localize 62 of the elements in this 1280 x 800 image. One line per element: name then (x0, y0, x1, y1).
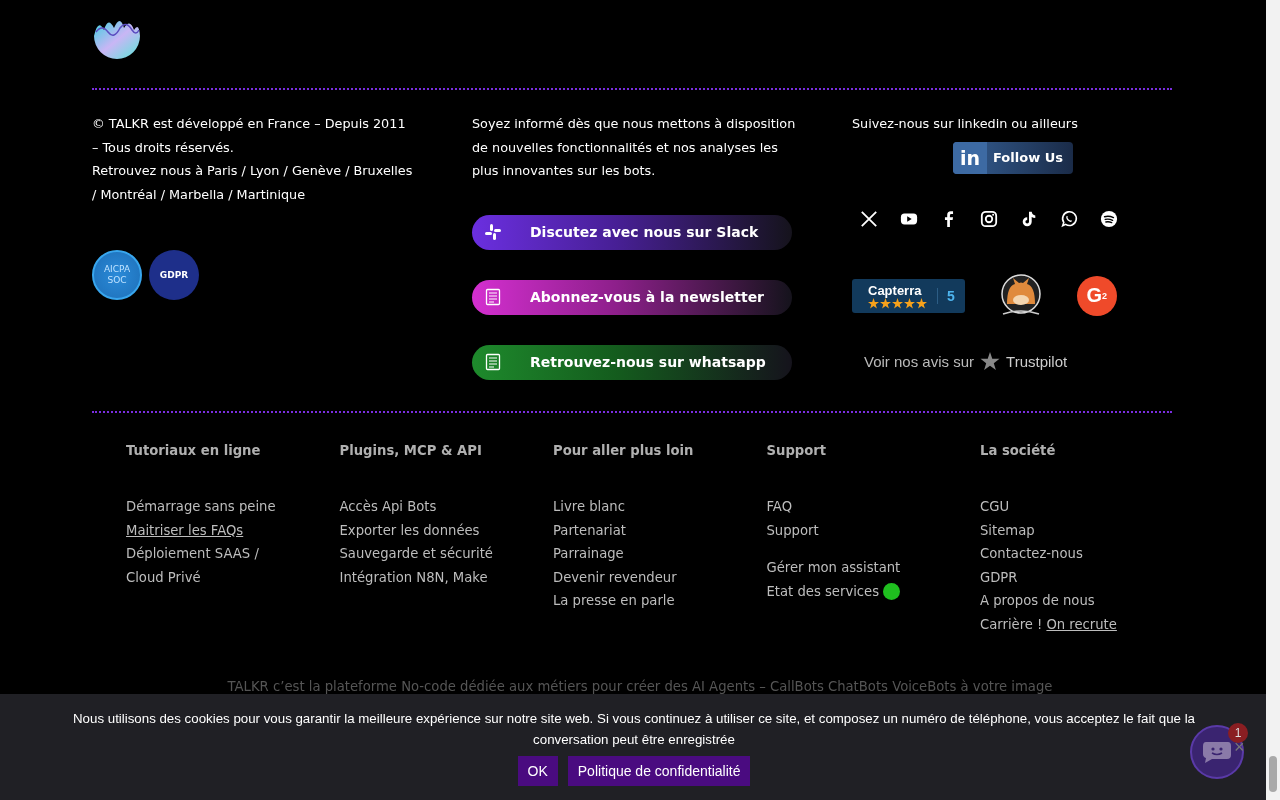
footer-link[interactable]: Sitemap (980, 518, 1035, 543)
footer-link[interactable]: Gérer mon assistant (766, 556, 901, 580)
footer-link[interactable]: Livre blanc (553, 495, 625, 519)
footer-text: Carrière ! (980, 615, 1043, 634)
footer-link[interactable]: Support (766, 518, 819, 543)
footer-link[interactable]: Etat des services (766, 579, 880, 604)
column-title: La société (980, 442, 1057, 460)
star-icon (980, 351, 1001, 371)
footer-link[interactable]: Exporter les données (339, 518, 480, 543)
footer-link[interactable]: Sauvegarde et sécurité (339, 542, 493, 566)
reviews-text: Voir nos avis sur (864, 352, 975, 370)
newsletter-text: de nouvelles fonctionnalités et nos analyses les (472, 138, 779, 157)
cookie-button[interactable]: Politique de confidentialité (567, 756, 751, 786)
copyright-text: Retrouvez nous à Paris / Lyon / Genève / Bruxelles (92, 162, 414, 180)
footer-link[interactable]: La presse en parle (553, 589, 675, 613)
spotify-icon[interactable] (1100, 209, 1118, 228)
x-icon[interactable] (860, 209, 878, 228)
g2-badge[interactable]: G$^{2}$ (1076, 275, 1117, 316)
copyright-text: / Montréal / Marbella / Martinique (92, 185, 307, 204)
slack-icon (484, 223, 502, 241)
capterra-badge[interactable]: Capterra 5 (852, 278, 965, 313)
footer-link[interactable]: Démarrage sans peine (126, 495, 276, 519)
footer-link[interactable]: Partenariat (553, 518, 626, 543)
footer-link[interactable]: Maitriser les FAQs (126, 518, 244, 543)
column-title: Pour aller plus loin (553, 442, 695, 460)
column-title: Tutoriaux en ligne (126, 442, 262, 460)
social-link-button[interactable]: Retrouvez-nous sur whatsapp (472, 344, 792, 380)
newsletter-text: Soyez informé dès que nous mettons à disposition (472, 115, 797, 133)
footer-link[interactable]: GDPR (980, 565, 1018, 590)
gdpr-badge: GDPR (149, 250, 199, 300)
cookie-text: Nous utilisons des cookies pour vous garantir la meilleure expérience sur notre site web. Si vous continuez à utiliser ce site, et composez un numéro de téléphone, vous acceptez le fait que la conversation peut être enregistrée (72, 710, 1196, 749)
footer-link[interactable]: On recrute (1046, 612, 1117, 637)
copyright-text: © TALKR est développé en France – Depuis 2011 (92, 115, 407, 133)
whatsapp-icon[interactable] (1060, 209, 1078, 228)
footer-link[interactable]: Devenir revendeur (553, 565, 677, 590)
footer-link[interactable]: Parrainage (553, 542, 624, 566)
scrollbar[interactable] (1266, 0, 1280, 800)
social-link-button[interactable]: Discutez avec nous sur Slack (472, 214, 792, 250)
footer-link[interactable]: Contactez-nous (980, 542, 1083, 566)
linkedin-follow-button[interactable]: in Follow Us (953, 141, 1073, 174)
social-link-button[interactable]: Abonnez-vous à la newsletter (472, 279, 792, 315)
soc-badge: AICPA SOC (92, 250, 142, 300)
cookie-button[interactable]: OK (517, 756, 558, 786)
legal-text: TALKR c’est la plateforme No-code dédiée aux métiers pour créer des AI Agents – CallBots ChatBots VoiceBots à votre image (226, 678, 1054, 696)
footer-link[interactable]: FAQ (766, 495, 793, 519)
document-icon (484, 288, 502, 306)
footer-link[interactable]: Cloud Privé (126, 565, 201, 590)
trustpilot-link[interactable]: Trustpilot (1006, 352, 1068, 370)
footer-link[interactable]: Déploiement SAAS / (126, 542, 259, 566)
footer-link[interactable]: CGU (980, 495, 1010, 519)
bot-icon (1202, 740, 1232, 764)
social-title: Suivez-nous sur linkedin ou ailleurs (852, 115, 1079, 133)
column-title: Plugins, MCP & API (339, 442, 483, 460)
footer-link[interactable]: Accès Api Bots (339, 495, 437, 519)
instagram-icon[interactable] (980, 209, 998, 228)
copyright-text: – Tous droits réservés. (92, 138, 235, 157)
footer-link[interactable]: Intégration N8N, Make (339, 565, 488, 590)
column-title: Support (766, 442, 828, 460)
footer-link[interactable]: A propos de nous (980, 589, 1095, 613)
document-icon (484, 353, 502, 371)
tiktok-icon[interactable] (1020, 209, 1038, 228)
newsletter-text: plus innovantes sur les bots. (472, 162, 657, 180)
